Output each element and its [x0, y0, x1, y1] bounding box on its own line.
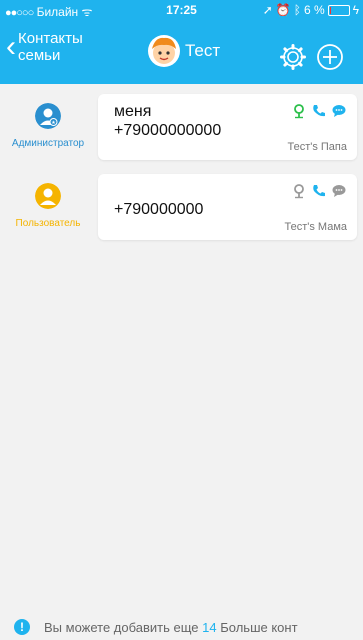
- back-button[interactable]: ‹ Контакты семьи: [6, 30, 83, 64]
- role-label: Администратор: [11, 138, 85, 149]
- phone-icon[interactable]: [311, 103, 327, 119]
- user-avatar-icon: [35, 183, 61, 209]
- contact-card[interactable]: меня +79000000000 Тест's Папа: [98, 94, 357, 160]
- alarm-icon: ⏰: [275, 3, 291, 17]
- remaining-count: 14: [202, 620, 217, 635]
- chevron-left-icon: ‹: [6, 30, 16, 63]
- gear-icon[interactable]: [280, 44, 306, 70]
- role-user: Пользователь: [0, 183, 96, 229]
- chat-icon[interactable]: [331, 103, 347, 119]
- page-title: Тест: [185, 41, 221, 60]
- contact-card[interactable]: +790000000 Тест's Мама: [98, 174, 357, 240]
- battery-percent: 6 %: [303, 3, 325, 17]
- contact-relation: Тест's Мама: [284, 221, 348, 233]
- hint-text-before: Вы можете добавить еще: [44, 620, 199, 635]
- hint-text-after: Больше конт: [220, 620, 298, 635]
- contact-row: Пользователь +790000000 Тест's Мама: [0, 174, 363, 244]
- svg-text:★: ★: [51, 120, 56, 126]
- battery-icon: [327, 4, 350, 16]
- footer-hint: ! Вы можете добавить еще 14 Больше конт: [0, 614, 363, 640]
- role-label: Пользователь: [15, 218, 81, 229]
- child-title[interactable]: Тест: [147, 34, 220, 68]
- child-avatar: [148, 35, 180, 67]
- location-pin-icon[interactable]: [291, 103, 307, 119]
- contact-phone: +79000000000: [114, 122, 222, 139]
- contact-name: меня: [114, 103, 152, 120]
- bluetooth-icon: ᛒ: [293, 3, 301, 17]
- role-admin: ★ Администратор: [0, 103, 96, 149]
- info-icon: !: [14, 619, 30, 635]
- charging-icon: ϟ: [352, 3, 359, 17]
- add-contact-button[interactable]: [316, 43, 344, 71]
- back-label-line2: семьи: [18, 47, 61, 64]
- phone-icon[interactable]: [311, 183, 327, 199]
- back-label-line1: Контакты: [18, 30, 83, 47]
- contact-relation: Тест's Папа: [287, 141, 347, 153]
- status-bar: ●●○○○ Билайн ᯤ 17:25 ➚ ⏰ ᛒ 6 % ϟ: [0, 0, 363, 20]
- nav-bar: ‹ Контакты семьи Тест: [0, 20, 363, 84]
- location-pin-icon[interactable]: [291, 183, 307, 199]
- contact-phone: +790000000: [114, 201, 204, 218]
- location-arrow-icon: ➚: [262, 3, 273, 17]
- chat-icon[interactable]: [331, 183, 347, 199]
- admin-avatar-icon: ★: [35, 103, 61, 129]
- contact-row: ★ Администратор меня +79000000000 Тест's…: [0, 94, 363, 164]
